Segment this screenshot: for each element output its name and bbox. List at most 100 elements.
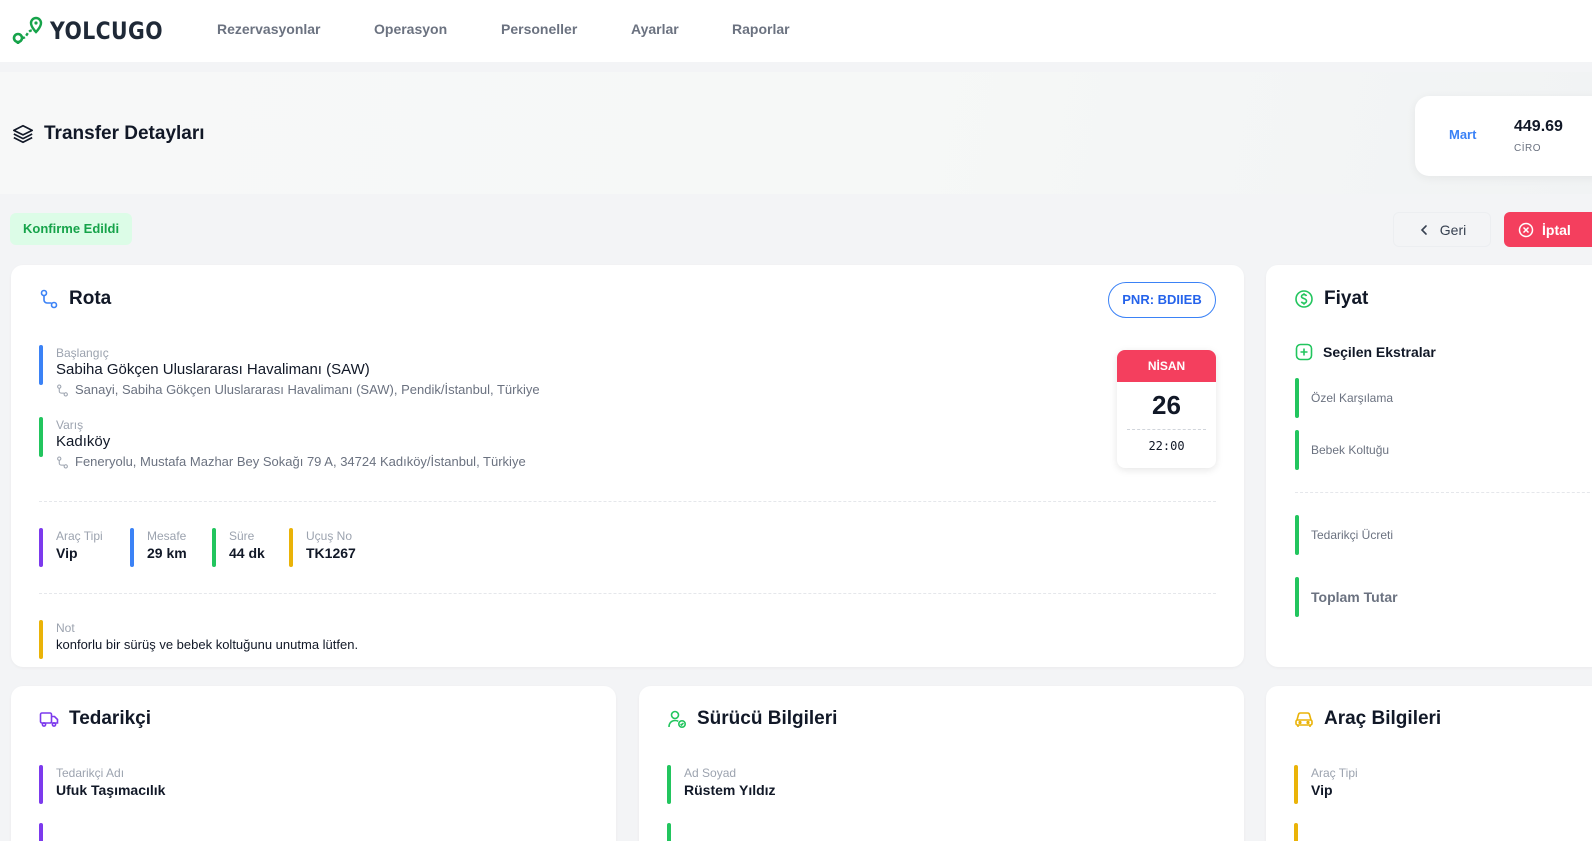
- driver-bar: [667, 765, 671, 804]
- page-title: Transfer Detayları: [44, 123, 205, 144]
- end-address: Feneryolu, Mustafa Mazhar Bey Sokağı 79 …: [56, 453, 639, 471]
- extra-label: Özel Karşılama: [1311, 391, 1394, 405]
- next-field-bar: [39, 823, 43, 841]
- total-row: Toplam Tutar: [1295, 577, 1398, 617]
- next-field-bar: [667, 823, 671, 841]
- start-location: Başlangıç Sabiha Gökçen Uluslararası Hav…: [39, 345, 639, 399]
- nav-item-reports[interactable]: Raporlar: [732, 21, 790, 37]
- route-card-title: Rota: [39, 288, 111, 310]
- extra-bar: [1295, 430, 1299, 470]
- truck-icon: [39, 712, 59, 727]
- meta-bar: [289, 528, 293, 567]
- pnr-badge[interactable]: PNR: BDIIEB: [1108, 282, 1216, 318]
- extra-item: Bebek Koltuğu: [1295, 430, 1389, 470]
- end-location: Varış Kadıköy Feneryolu, Mustafa Mazhar …: [39, 417, 639, 471]
- end-bar: [39, 417, 43, 457]
- meta-label: Süre: [229, 529, 255, 543]
- driver-name: Ad Soyad Rüstem Yıldız: [667, 765, 776, 804]
- route-card: Rota PNR: BDIIEB Başlangıç Sabiha Gökçen…: [11, 265, 1244, 667]
- brand-logo[interactable]: YOLCUGO: [12, 16, 183, 46]
- meta-distance: Mesafe 29 km: [130, 528, 187, 567]
- driver-name-value: Rüstem Yıldız: [684, 782, 776, 798]
- date-card: NİSAN 26 22:00: [1117, 350, 1216, 468]
- extra-item: Özel Karşılama: [1295, 378, 1393, 418]
- back-button[interactable]: Geri: [1393, 212, 1491, 247]
- vehicle-type-label: Araç Tipi: [1311, 766, 1358, 780]
- end-label: Varış: [56, 418, 84, 432]
- status-badge: Konfirme Edildi: [10, 213, 133, 245]
- stat-value: 449.69: [1514, 118, 1563, 135]
- start-bar: [39, 345, 43, 385]
- route-icon: [40, 289, 58, 309]
- meta-bar: [130, 528, 134, 567]
- route-small-icon: [57, 383, 68, 397]
- total-bar: [1295, 577, 1299, 617]
- stat-month[interactable]: Mart: [1449, 127, 1476, 142]
- layers-icon: [13, 124, 33, 144]
- meta-label: Araç Tipi: [56, 529, 103, 543]
- total-label: Toplam Tutar: [1311, 589, 1398, 605]
- price-card-title: Fiyat: [1294, 288, 1368, 310]
- section-divider: [39, 501, 1216, 502]
- dollar-circle-icon: [1295, 290, 1313, 308]
- start-name: Sabiha Gökçen Uluslararası Havalimanı (S…: [56, 361, 370, 378]
- meta-vehicle-type: Araç Tipi Vip: [39, 528, 103, 567]
- meta-duration: Süre 44 dk: [212, 528, 265, 567]
- meta-label: Mesafe: [147, 529, 187, 543]
- price-card: Fiyat Seçilen Ekstralar Özel Karşılama B…: [1266, 265, 1592, 667]
- brand-name: YOLCUGO: [50, 17, 163, 45]
- meta-label: Uçuş No: [306, 529, 353, 543]
- top-navbar: YOLCUGO Rezervasyonlar Operasyon Persone…: [0, 0, 1592, 62]
- nav-item-reservations[interactable]: Rezervasyonlar: [217, 21, 374, 37]
- vehicle-type: Araç Tipi Vip: [1294, 765, 1358, 804]
- supplier-card-title: Tedarikçi: [39, 708, 151, 730]
- date-month: NİSAN: [1117, 350, 1216, 382]
- nav-item-operations[interactable]: Operasyon: [374, 21, 501, 37]
- nav-item-staff[interactable]: Personeller: [501, 21, 631, 37]
- cancel-button-label: İptal: [1542, 221, 1571, 238]
- supplier-fee-label: Tedarikçi Ücreti: [1311, 528, 1394, 542]
- route-pin-icon: [12, 16, 43, 44]
- driver-name-label: Ad Soyad: [684, 766, 737, 780]
- meta-value: 29 km: [147, 545, 187, 561]
- note: Not konforlu bir sürüş ve bebek koltuğun…: [39, 620, 358, 659]
- date-divider: [1127, 429, 1206, 430]
- date-time: 22:00: [1148, 439, 1185, 453]
- meta-value: TK1267: [306, 545, 356, 561]
- cancel-button[interactable]: İptal: [1504, 212, 1592, 247]
- nav-item-settings[interactable]: Ayarlar: [631, 21, 732, 37]
- meta-bar: [39, 528, 43, 567]
- supplier-fee-row: Tedarikçi Ücreti: [1295, 515, 1393, 555]
- vehicle-type-value: Vip: [1311, 782, 1333, 798]
- driver-card-title: Sürücü Bilgileri: [667, 708, 837, 730]
- meta-value: 44 dk: [229, 545, 265, 561]
- car-icon: [1295, 712, 1313, 727]
- note-label: Not: [56, 621, 75, 635]
- note-bar: [39, 620, 43, 659]
- stat-label: CİRO: [1514, 143, 1541, 154]
- route-title-text: Rota: [69, 288, 112, 309]
- driver-card: Sürücü Bilgileri Ad Soyad Rüstem Yıldız: [639, 686, 1244, 841]
- main-nav: Rezervasyonlar Operasyon Personeller Aya…: [217, 21, 790, 37]
- vehicle-card-title: Araç Bilgileri: [1294, 708, 1441, 730]
- end-address-text: Feneryolu, Mustafa Mazhar Bey Sokağı 79 …: [75, 454, 526, 469]
- route-small-icon: [57, 455, 68, 469]
- price-title-text: Fiyat: [1324, 288, 1369, 309]
- extra-bar: [1295, 378, 1299, 418]
- supplier-card: Tedarikçi Tedarikçi Adı Ufuk Taşımacılık: [11, 686, 616, 841]
- plus-square-icon: [1295, 343, 1313, 361]
- vehicle-bar: [1294, 765, 1298, 804]
- meta-bar: [212, 528, 216, 567]
- page-header: Transfer Detayları Mart 449.69 CİRO: [0, 72, 1592, 194]
- start-address: Sanayi, Sabiha Gökçen Uluslararası Haval…: [56, 381, 639, 399]
- vehicle-title-text: Araç Bilgileri: [1324, 708, 1442, 729]
- next-field-bar: [1294, 823, 1298, 841]
- start-label: Başlangıç: [56, 346, 109, 360]
- meta-flight-no: Uçuş No TK1267: [289, 528, 356, 567]
- back-button-label: Geri: [1439, 221, 1467, 238]
- user-check-icon: [668, 710, 687, 729]
- fee-bar: [1295, 515, 1299, 555]
- supplier-bar: [39, 765, 43, 804]
- extra-label: Bebek Koltuğu: [1311, 443, 1390, 457]
- extras-header: Seçilen Ekstralar: [1295, 343, 1436, 361]
